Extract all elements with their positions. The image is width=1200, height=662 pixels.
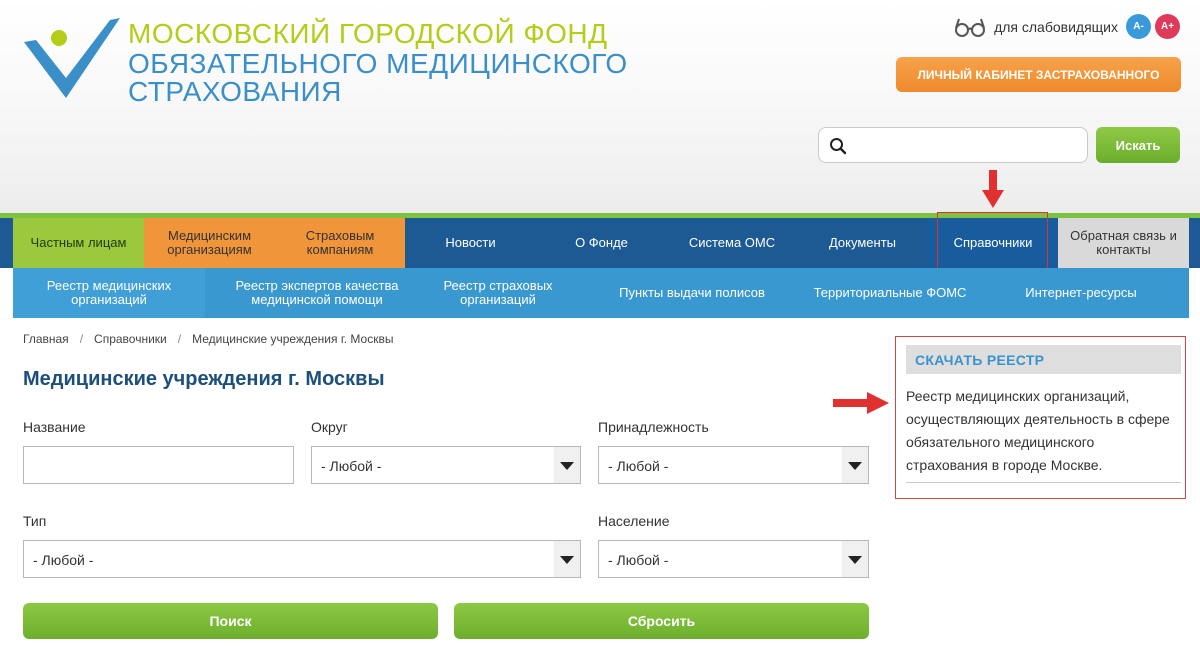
affiliation-label: Принадлежность bbox=[598, 419, 709, 435]
nav-item-medical-orgs[interactable]: Медицинским организациям bbox=[144, 218, 275, 268]
subnav-item-policy-points[interactable]: Пункты выдачи полисов bbox=[603, 268, 781, 318]
registry-description: Реестр медицинских организаций, осуществ… bbox=[906, 388, 1170, 473]
chevron-down-icon bbox=[560, 462, 574, 470]
name-input[interactable] bbox=[23, 446, 294, 484]
type-label: Тип bbox=[23, 513, 47, 529]
breadcrumb-home[interactable]: Главная bbox=[23, 332, 69, 346]
subnav-item-internet-resources[interactable]: Интернет-ресурсы bbox=[1003, 268, 1159, 318]
download-registry-header[interactable]: СКАЧАТЬ РЕЕСТР bbox=[906, 345, 1181, 374]
annotation-arrow-right-icon bbox=[833, 392, 889, 414]
font-decrease-button[interactable]: A- bbox=[1126, 14, 1151, 39]
nav-item-about[interactable]: О Фонде bbox=[536, 218, 667, 268]
chevron-down-icon bbox=[848, 556, 862, 564]
subnav-item-experts-registry[interactable]: Реестр экспертов качества медицинской по… bbox=[211, 268, 423, 318]
breadcrumb-separator: / bbox=[79, 332, 84, 346]
divider bbox=[906, 482, 1181, 483]
font-increase-button[interactable]: A+ bbox=[1155, 14, 1180, 39]
district-select-value: - Любой - bbox=[321, 458, 382, 474]
logo-text-line-2: ОБЯЗАТЕЛЬНОГО МЕДИЦИНСКОГО bbox=[128, 48, 628, 79]
name-label: Название bbox=[23, 419, 86, 435]
sub-nav: Реестр медицинских организаций Реестр эк… bbox=[13, 268, 1189, 318]
district-label: Округ bbox=[311, 419, 348, 435]
site-header: МОСКОВСКИЙ ГОРОДСКОЙ ФОНД ОБЯЗАТЕЛЬНОГО … bbox=[0, 0, 1200, 214]
nav-item-insurers[interactable]: Страховым компаниям bbox=[275, 218, 405, 268]
site-search-input[interactable] bbox=[855, 134, 1080, 156]
nav-item-news[interactable]: Новости bbox=[405, 218, 536, 268]
affiliation-select-value: - Любой - bbox=[608, 458, 669, 474]
logo-text-line-1: МОСКОВСКИЙ ГОРОДСКОЙ ФОНД bbox=[128, 18, 608, 49]
affiliation-select[interactable]: - Любой - bbox=[598, 446, 869, 484]
search-submit-button[interactable]: Поиск bbox=[23, 603, 438, 639]
district-select[interactable]: - Любой - bbox=[311, 446, 581, 484]
site-search-button[interactable]: Искать bbox=[1096, 127, 1180, 163]
chevron-down-icon bbox=[848, 462, 862, 470]
nav-item-private[interactable]: Частным лицам bbox=[13, 218, 144, 268]
population-label: Население bbox=[598, 513, 670, 529]
annotation-highlight-box bbox=[937, 212, 1048, 269]
type-select[interactable]: - Любой - bbox=[23, 540, 581, 578]
download-registry-panel: СКАЧАТЬ РЕЕСТР Реестр медицинских органи… bbox=[895, 336, 1186, 499]
nav-item-contacts[interactable]: Обратная связь и контакты bbox=[1058, 218, 1189, 268]
breadcrumb-references[interactable]: Справочники bbox=[94, 332, 167, 346]
reset-button[interactable]: Сбросить bbox=[454, 603, 869, 639]
subnav-item-medical-registry[interactable]: Реестр медицинских организаций bbox=[13, 268, 205, 318]
download-registry-link[interactable]: СКАЧАТЬ РЕЕСТР bbox=[915, 352, 1044, 368]
accessibility-link[interactable]: для слабовидящих bbox=[994, 19, 1118, 35]
subnav-item-insurers-registry[interactable]: Реестр страховых организаций bbox=[423, 268, 573, 318]
annotation-arrow-down-icon bbox=[982, 170, 1004, 208]
breadcrumb-current: Медицинские учреждения г. Москвы bbox=[192, 332, 394, 346]
site-search-box bbox=[818, 127, 1088, 163]
population-select[interactable]: - Любой - bbox=[598, 540, 869, 578]
accessibility-bar: для слабовидящих A- A+ bbox=[954, 14, 1180, 39]
subnav-item-territorial-funds[interactable]: Территориальные ФОМС bbox=[795, 268, 985, 318]
personal-cabinet-button[interactable]: ЛИЧНЫЙ КАБИНЕТ ЗАСТРАХОВАННОГО bbox=[896, 57, 1181, 92]
logo-text-line-3: СТРАХОВАНИЯ bbox=[128, 76, 342, 107]
breadcrumb-separator: / bbox=[177, 332, 182, 346]
fund-logo-icon[interactable] bbox=[22, 16, 122, 102]
population-select-value: - Любой - bbox=[608, 552, 669, 568]
page-title: Медицинские учреждения г. Москвы bbox=[23, 368, 385, 390]
type-select-value: - Любой - bbox=[33, 552, 94, 568]
chevron-down-icon bbox=[560, 556, 574, 564]
search-icon bbox=[830, 138, 847, 155]
nav-item-oms-system[interactable]: Система ОМС bbox=[667, 218, 797, 268]
nav-item-documents[interactable]: Документы bbox=[797, 218, 928, 268]
breadcrumb: Главная / Справочники / Медицинские учре… bbox=[23, 332, 393, 346]
glasses-icon[interactable] bbox=[954, 16, 986, 38]
